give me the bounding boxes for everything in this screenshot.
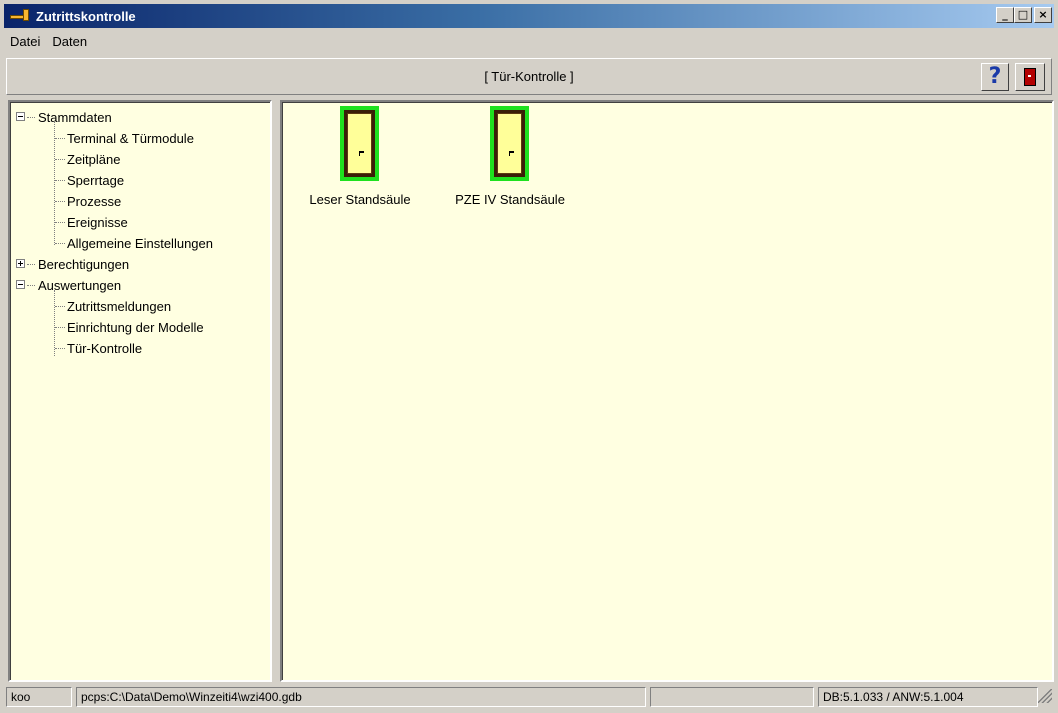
door-icon[interactable] — [490, 106, 529, 181]
status-user: koo — [6, 687, 72, 707]
menu-bar: Datei Daten — [4, 30, 1054, 52]
tree-item-label: Auswertungen — [38, 278, 122, 293]
key-icon — [10, 8, 30, 24]
app-window: Zutrittskontrolle _ □ × Datei Daten [ Tü… — [0, 0, 1058, 713]
status-database-path: pcps:C:\Data\Demo\Winzeiti4\wzi400.gdb — [76, 687, 646, 707]
tree-item-label: Tür-Kontrolle — [67, 341, 143, 356]
tree-connector — [54, 122, 55, 245]
maximize-button[interactable]: □ — [1014, 7, 1032, 23]
tree-item-label: Ereignisse — [67, 215, 128, 230]
expand-icon[interactable] — [16, 259, 25, 268]
resize-grip-icon[interactable] — [1038, 689, 1052, 703]
tree-item-label: Terminal & Türmodule — [67, 131, 194, 146]
exit-door-icon — [1024, 68, 1036, 86]
door-label: Leser Standsäule — [309, 192, 411, 207]
tree-item-label: Prozesse — [67, 194, 122, 209]
help-button[interactable]: ? — [981, 63, 1009, 91]
close-button[interactable]: × — [1034, 7, 1052, 23]
menu-datei[interactable]: Datei — [4, 34, 46, 49]
page-title: [ Tür-Kontrolle ] — [484, 69, 574, 84]
status-bar: koo pcps:C:\Data\Demo\Winzeiti4\wzi400.g… — [6, 685, 1054, 709]
tree-item-label: Sperrtage — [67, 173, 125, 188]
tree-item-label: Zeitpläne — [67, 152, 121, 167]
window-controls: _ □ × — [996, 7, 1052, 23]
question-mark-icon: ? — [988, 64, 1002, 89]
door-icon[interactable] — [340, 106, 379, 181]
tree-connector — [54, 290, 55, 356]
door-item-pze-iv-standsaeule[interactable]: PZE IV Standsäule — [440, 106, 580, 216]
header-bar: [ Tür-Kontrolle ] ? — [6, 58, 1052, 95]
tree-item-label: Stammdaten — [38, 110, 112, 125]
door-label: PZE IV Standsäule — [455, 192, 565, 207]
tree-item-label: Einrichtung der Modelle — [67, 320, 204, 335]
title-bar[interactable]: Zutrittskontrolle _ □ × — [4, 4, 1054, 28]
status-empty-cell — [650, 687, 814, 707]
window-title: Zutrittskontrolle — [36, 8, 136, 24]
tree-item-label: Allgemeine Einstellungen — [67, 236, 213, 251]
exit-button[interactable] — [1015, 63, 1045, 91]
navigation-tree-panel[interactable]: Stammdaten Terminal & Türmodule Zeitplän… — [8, 100, 272, 682]
door-control-panel: Leser Standsäule PZE IV Standsäule — [280, 100, 1054, 682]
tree-item-label: Zutrittsmeldungen — [67, 299, 172, 314]
collapse-icon[interactable] — [16, 280, 25, 289]
collapse-icon[interactable] — [16, 112, 25, 121]
status-version: DB:5.1.033 / ANW:5.1.004 — [818, 687, 1038, 707]
door-item-leser-standsaeule[interactable]: Leser Standsäule — [290, 106, 430, 216]
menu-daten[interactable]: Daten — [46, 34, 93, 49]
minimize-button[interactable]: _ — [996, 7, 1014, 23]
tree-item-label: Berechtigungen — [38, 257, 130, 272]
